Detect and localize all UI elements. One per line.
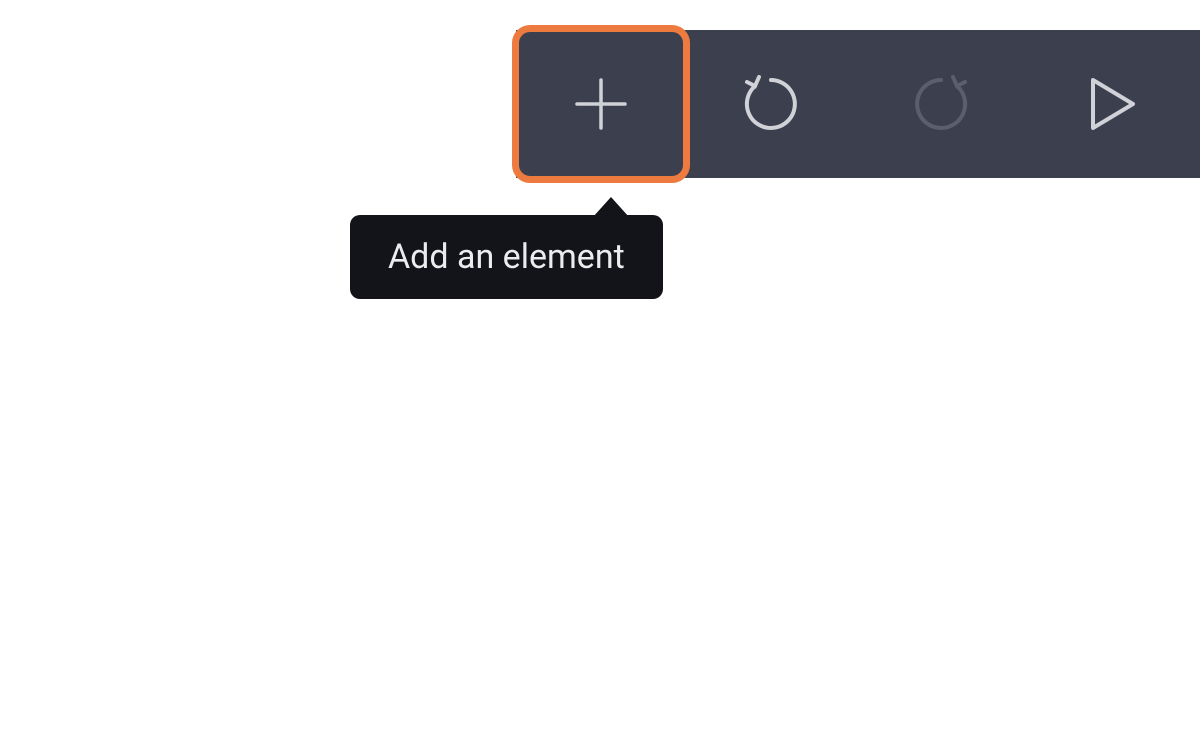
redo-button[interactable] [856, 30, 1026, 178]
play-icon [1083, 72, 1139, 136]
add-element-tooltip: Add an element [350, 215, 663, 299]
toolbar [516, 30, 1200, 178]
add-element-button[interactable] [516, 30, 686, 178]
plus-icon [569, 72, 633, 136]
tooltip-text: Add an element [388, 237, 625, 277]
redo-icon [909, 72, 973, 136]
play-button[interactable] [1026, 30, 1196, 178]
undo-button[interactable] [686, 30, 856, 178]
tooltip-arrow [593, 197, 629, 217]
undo-icon [739, 72, 803, 136]
